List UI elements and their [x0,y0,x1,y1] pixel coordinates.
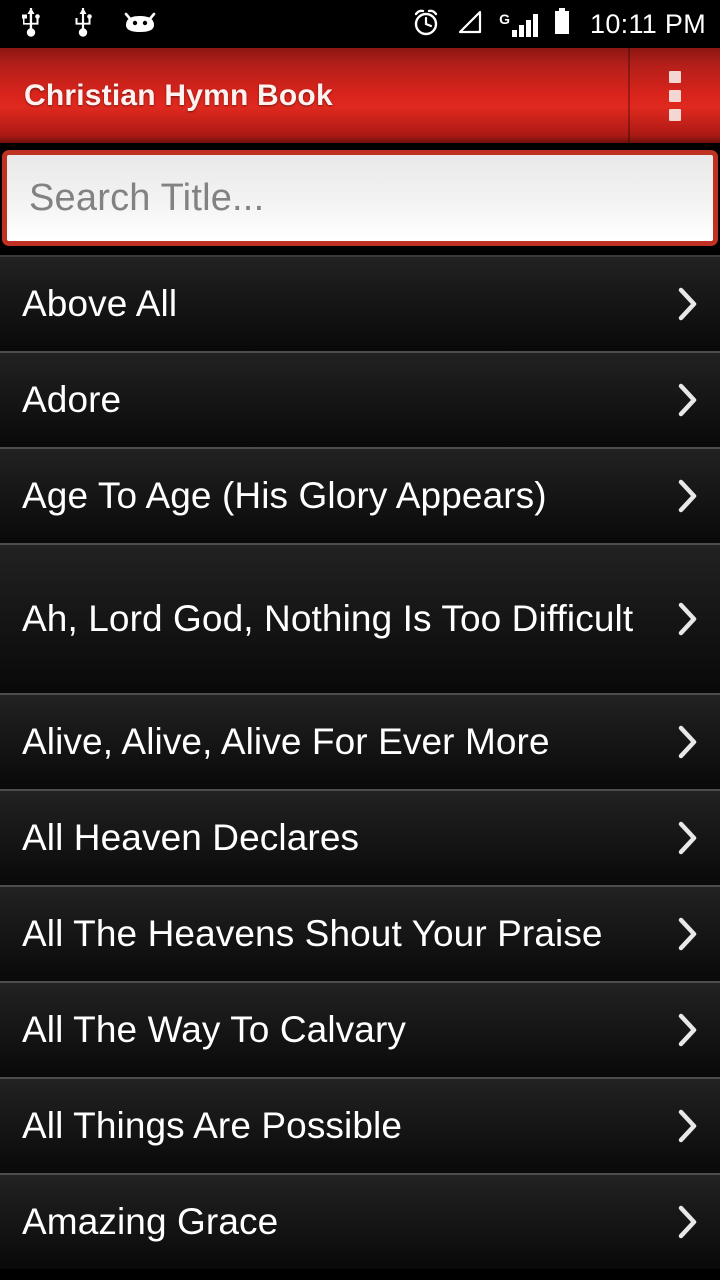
list-item[interactable]: All Things Are Possible [0,1077,720,1173]
list-item-title: All The Way To Calvary [22,1009,406,1050]
list-item[interactable]: Adore [0,351,720,447]
clock-time: 10:11 PM [590,8,706,39]
list-item[interactable]: All The Way To Calvary [0,981,720,1077]
chevron-right-icon [674,1104,702,1148]
overflow-menu-icon[interactable] [628,48,720,143]
overflow-dot [669,108,681,121]
list-item-title: Adore [22,379,122,420]
battery-full-icon [552,7,572,42]
chevron-right-icon [674,597,702,641]
chevron-right-icon [674,282,702,326]
app-title: Christian Hymn Book [24,78,333,112]
cell-signal-bars-icon: G [499,10,539,37]
chevron-right-icon [674,912,702,956]
list-item-title: Above All [22,283,178,324]
list-item-title: Amazing Grace [22,1201,279,1242]
android-head-icon [122,8,158,41]
search-bar-container: Search Title... [0,146,720,252]
list-item[interactable]: All The Heavens Shout Your Praise [0,885,720,981]
list-item[interactable]: Ah, Lord God, Nothing Is Too Difficult [0,543,720,693]
list-item[interactable]: Amazing Grace [0,1173,720,1269]
status-bar: G 10:11 PM [0,0,720,48]
alarm-clock-icon [411,7,441,42]
list-item-title: Alive, Alive, Alive For Ever More [22,721,550,762]
list-item[interactable]: Above All [0,255,720,351]
search-input[interactable]: Search Title... [2,150,718,246]
list-item[interactable]: Alive, Alive, Alive For Ever More [0,693,720,789]
list-item-title: All Heaven Declares [22,817,360,858]
action-bar: Christian Hymn Book [0,48,720,146]
list-item-title: All Things Are Possible [22,1105,403,1146]
chevron-right-icon [674,474,702,518]
overflow-dot [669,89,681,102]
usb-icon [70,6,96,43]
list-item[interactable]: Age To Age (His Glory Appears) [0,447,720,543]
usb-icon [18,6,44,43]
no-signal-triangle-icon [455,8,485,41]
overflow-dot [669,70,681,83]
list-item-title: Age To Age (His Glory Appears) [22,475,547,516]
status-bar-left-icons [18,6,158,43]
chevron-right-icon [674,720,702,764]
list-item-title: Ah, Lord God, Nothing Is Too Difficult [22,598,634,639]
search-input-placeholder: Search Title... [29,176,265,219]
hymn-list[interactable]: Above All Adore Age To Age (His Glory Ap… [0,252,720,1269]
chevron-right-icon [674,378,702,422]
chevron-right-icon [674,1200,702,1244]
list-item[interactable]: All Heaven Declares [0,789,720,885]
network-type-label: G [499,10,511,27]
list-item-title: All The Heavens Shout Your Praise [22,913,603,954]
status-bar-right-icons: G 10:11 PM [411,7,706,42]
chevron-right-icon [674,816,702,860]
chevron-right-icon [674,1008,702,1052]
